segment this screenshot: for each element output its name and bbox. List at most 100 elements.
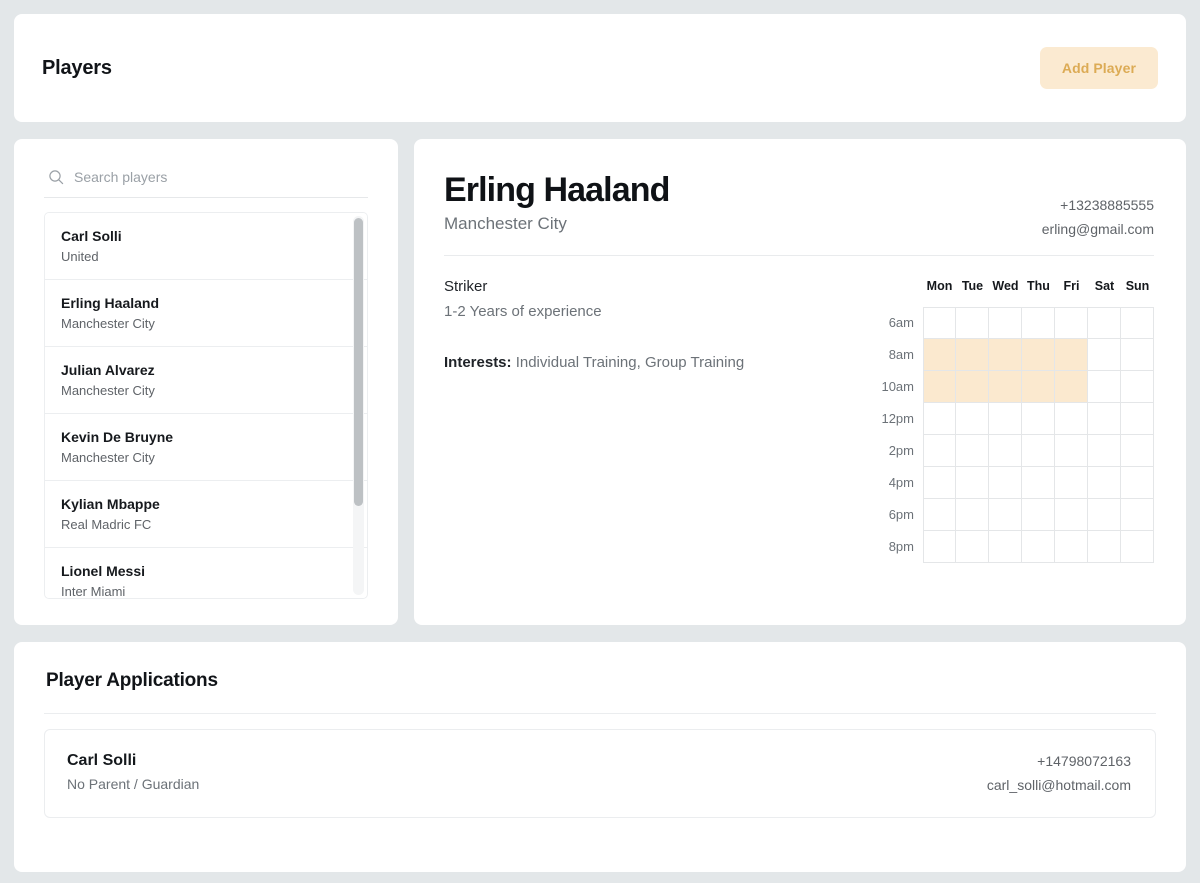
availability-cell[interactable] [956, 307, 989, 339]
availability-cell[interactable] [1121, 467, 1154, 499]
availability-cell[interactable] [1055, 499, 1088, 531]
availability-cell[interactable] [1088, 531, 1121, 563]
list-item-team: Inter Miami [61, 584, 126, 598]
availability-cell-selected[interactable] [956, 339, 989, 371]
availability-cell[interactable] [1022, 435, 1055, 467]
availability-cell[interactable] [1121, 531, 1154, 563]
availability-cell[interactable] [1055, 403, 1088, 435]
availability-cell-selected[interactable] [956, 371, 989, 403]
list-item[interactable]: Carl Solli United [45, 213, 367, 280]
availability-cell-selected[interactable] [923, 339, 956, 371]
player-detail-team: Manchester City [444, 214, 567, 233]
availability-cell-selected[interactable] [1055, 371, 1088, 403]
applications-title: Player Applications [46, 670, 218, 691]
list-item[interactable]: Kevin De Bruyne Manchester City [45, 414, 367, 481]
availability-cell[interactable] [956, 531, 989, 563]
availability-cell[interactable] [1121, 403, 1154, 435]
availability-cell[interactable] [923, 307, 956, 339]
availability-cell[interactable] [1088, 371, 1121, 403]
availability-cell[interactable] [989, 467, 1022, 499]
player-detail-body: Striker 1-2 Years of experience Interest… [444, 256, 1154, 563]
header-card: Players Add Player [14, 14, 1186, 122]
availability-grid[interactable]: Mon Tue Wed Thu Fri Sat Sun 6am 8am 10am 12pm 2pm 4p… [867, 275, 1154, 563]
player-applications-card: Player Applications Carl Solli No Parent … [14, 642, 1186, 872]
availability-cell[interactable] [1088, 339, 1121, 371]
app-page: Players Add Player Carl Solli United Erlin… [0, 0, 1200, 883]
availability-cell[interactable] [989, 307, 1022, 339]
availability-cell[interactable] [1022, 531, 1055, 563]
add-player-button[interactable]: Add Player [1039, 47, 1158, 89]
availability-cell[interactable] [923, 531, 956, 563]
player-phone: +13238885555 [1060, 197, 1154, 213]
availability-cell[interactable] [923, 467, 956, 499]
availability-cell[interactable] [1088, 467, 1121, 499]
player-email: erling@gmail.com [1041, 221, 1154, 237]
availability-time-label: 6am [888, 315, 914, 330]
search-row[interactable] [44, 169, 368, 198]
availability-cell[interactable] [1121, 371, 1154, 403]
availability-cell[interactable] [956, 435, 989, 467]
availability-cell[interactable] [1022, 307, 1055, 339]
availability-cell-selected[interactable] [1022, 371, 1055, 403]
availability-cell-selected[interactable] [1055, 339, 1088, 371]
list-item[interactable]: Erling Haaland Manchester City [45, 280, 367, 347]
availability-cell[interactable] [989, 403, 1022, 435]
availability-day-header: Thu [1027, 279, 1050, 293]
list-scrollbar-thumb[interactable] [354, 218, 363, 507]
list-item[interactable]: Julian Alvarez Manchester City [45, 347, 367, 414]
availability-cell[interactable] [1121, 499, 1154, 531]
list-item-name: Kylian Mbappe [61, 496, 160, 512]
availability-cell[interactable] [956, 467, 989, 499]
availability-cell[interactable] [1121, 307, 1154, 339]
player-interests-value: Individual Training, Group Training [515, 354, 745, 371]
availability-time-label: 2pm [888, 443, 914, 458]
availability-cell[interactable] [1121, 435, 1154, 467]
list-item-name: Kevin De Bruyne [61, 429, 174, 445]
availability-corner [867, 275, 923, 297]
availability-cell[interactable] [1022, 467, 1055, 499]
page-title: Players [42, 56, 112, 79]
availability-cell[interactable] [1055, 531, 1088, 563]
application-name: Carl Solli [67, 752, 137, 769]
availability-cell[interactable] [923, 499, 956, 531]
availability-time-label: 8pm [888, 539, 914, 554]
availability-cell[interactable] [1022, 499, 1055, 531]
availability-cell[interactable] [956, 403, 989, 435]
search-input[interactable] [74, 169, 364, 185]
availability-cell[interactable] [989, 531, 1022, 563]
availability-cell[interactable] [989, 435, 1022, 467]
availability-time-label: 6pm [888, 507, 914, 522]
availability-cell[interactable] [1022, 403, 1055, 435]
availability-cell[interactable] [956, 499, 989, 531]
player-interests-label: Interests: [444, 354, 512, 371]
application-phone: +14798072163 [1037, 753, 1131, 769]
player-contact: +13238885555 erling@gmail.com [1042, 169, 1154, 241]
availability-cell[interactable] [923, 403, 956, 435]
availability-cell[interactable] [1088, 435, 1121, 467]
availability-cell-selected[interactable] [989, 371, 1022, 403]
list-item-team: Manchester City [61, 316, 155, 331]
list-item[interactable]: Lionel Messi Inter Miami [45, 548, 367, 598]
availability-day-header: Fri [1063, 279, 1080, 293]
availability-cell[interactable] [1121, 339, 1154, 371]
availability-day-header: Mon [926, 279, 953, 293]
availability-cell[interactable] [1088, 307, 1121, 339]
availability-cell[interactable] [1088, 403, 1121, 435]
availability-cell[interactable] [1055, 435, 1088, 467]
list-item[interactable]: Kylian Mbappe Real Madric FC [45, 481, 367, 548]
availability-cell[interactable] [923, 435, 956, 467]
availability-cell-selected[interactable] [1022, 339, 1055, 371]
availability-cell-selected[interactable] [989, 339, 1022, 371]
list-item-team: Manchester City [61, 383, 155, 398]
list-scrollbar-track[interactable] [353, 216, 364, 595]
player-list-scroll[interactable]: Carl Solli United Erling Haaland Manchester… [44, 212, 368, 599]
availability-cell[interactable] [1088, 499, 1121, 531]
player-detail-name: Erling Haaland [444, 171, 670, 209]
availability-cell[interactable] [989, 499, 1022, 531]
application-row[interactable]: Carl Solli No Parent / Guardian +147980721… [44, 729, 1156, 818]
availability-cell[interactable] [1055, 467, 1088, 499]
availability-cell-selected[interactable] [923, 371, 956, 403]
list-item-name: Lionel Messi [61, 563, 146, 579]
application-contact: +14798072163 carl_solli@hotmail.com [987, 749, 1131, 797]
availability-cell[interactable] [1055, 307, 1088, 339]
